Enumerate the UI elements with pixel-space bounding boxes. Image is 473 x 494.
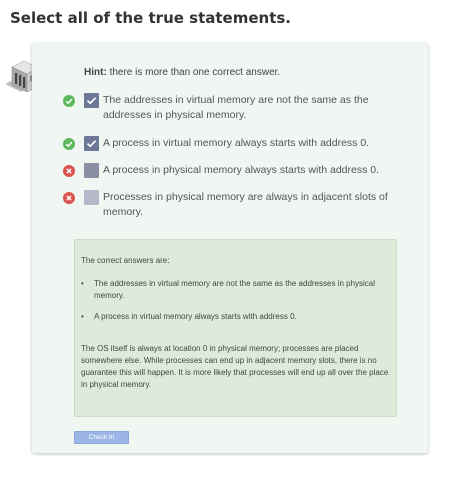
list-item: • The addresses in virtual memory are no… [81, 278, 391, 302]
list-item: • A process in virtual memory always sta… [81, 311, 391, 323]
answer-option-3[interactable]: A process in physical memory always star… [63, 163, 393, 179]
option-text: A process in physical memory always star… [103, 164, 380, 176]
bullet-icon: • [81, 312, 84, 321]
option-text: Processes in physical memory are always … [103, 191, 388, 218]
checkbox-checked[interactable] [84, 93, 99, 108]
checkbox-unchecked[interactable] [84, 190, 99, 205]
answer-option-1[interactable]: The addresses in virtual memory are not … [63, 93, 393, 125]
correct-check-icon [63, 137, 75, 150]
checkbox-checked[interactable] [84, 136, 99, 151]
incorrect-x-icon [63, 164, 75, 177]
feedback-explanation: The OS itself is always at location 0 in… [81, 344, 389, 389]
bullet-icon: • [81, 279, 84, 288]
incorrect-x-icon [63, 191, 75, 204]
option-text: The addresses in virtual memory are not … [103, 94, 369, 121]
quiz-card: Hint: there is more than one correct ans… [32, 43, 428, 453]
option-text: A process in virtual memory always start… [103, 137, 370, 149]
hint-label: Hint: [84, 67, 107, 78]
correct-answers-list: • The addresses in virtual memory are no… [81, 278, 391, 332]
answer-option-2[interactable]: A process in virtual memory always start… [63, 136, 393, 152]
hint: Hint: there is more than one correct ans… [84, 67, 280, 78]
question-title: Select all of the true statements. [10, 9, 291, 27]
correct-answer-text: The addresses in virtual memory are not … [94, 279, 376, 300]
page: Select all of the true statements. Hint:… [0, 0, 473, 494]
correct-check-icon [63, 94, 75, 107]
hint-text: there is more than one correct answer. [109, 67, 281, 78]
feedback-heading: The correct answers are: [81, 256, 170, 265]
answer-option-4[interactable]: Processes in physical memory are always … [63, 190, 393, 222]
correct-answer-text: A process in virtual memory always start… [94, 312, 297, 321]
check-it-button[interactable]: Check It! [74, 431, 129, 444]
feedback-box: The correct answers are: • The addresses… [74, 239, 397, 417]
checkbox-unchecked[interactable] [84, 163, 99, 178]
